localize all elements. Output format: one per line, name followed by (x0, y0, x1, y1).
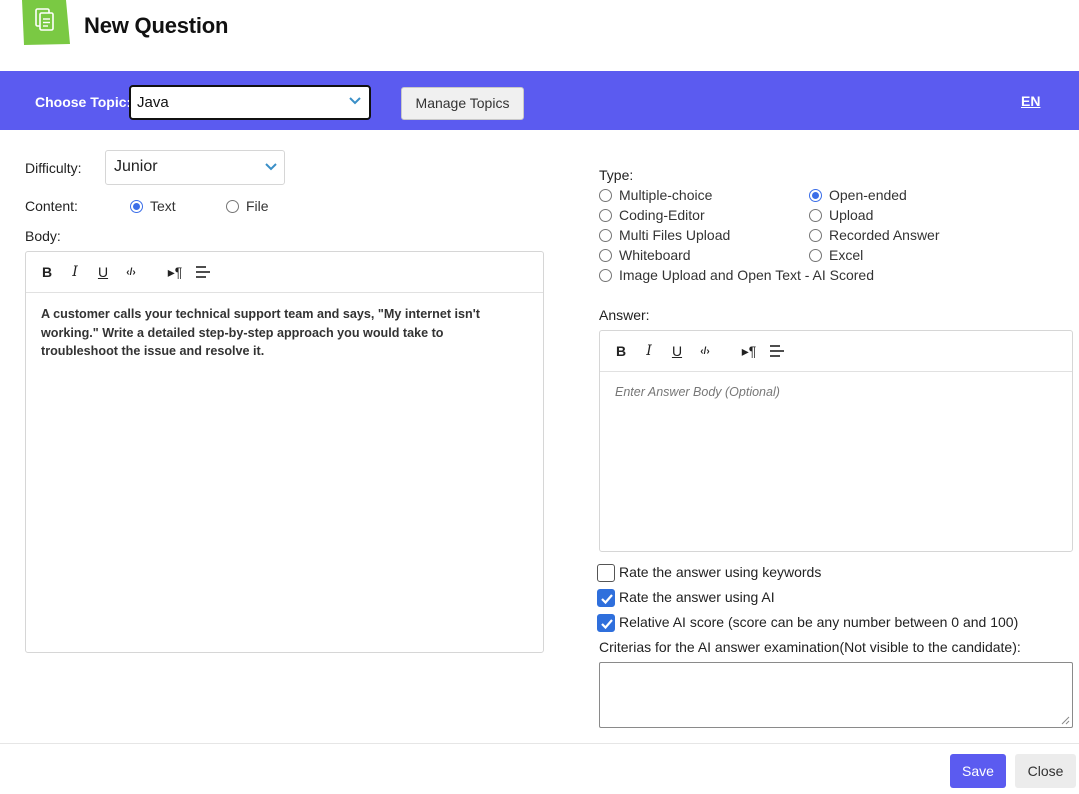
code-button[interactable]: ‹/› (122, 267, 140, 278)
answer-code-button[interactable]: ‹/› (696, 346, 714, 357)
italic-button[interactable]: I (66, 264, 84, 280)
type-multi-files-upload-label: Multi Files Upload (619, 227, 731, 243)
type-open-ended-radio[interactable] (809, 189, 822, 202)
content-text-radio[interactable] (130, 200, 143, 213)
body-label: Body: (25, 228, 61, 244)
answer-underline-button[interactable]: U (668, 343, 686, 359)
save-button[interactable]: Save (950, 754, 1006, 788)
bold-button[interactable]: B (38, 264, 56, 280)
type-upload-label: Upload (829, 207, 874, 223)
content-label: Content: (25, 198, 78, 214)
type-label: Type: (599, 167, 634, 183)
difficulty-label: Difficulty: (25, 160, 82, 176)
close-button[interactable]: Close (1015, 754, 1076, 788)
answer-bold-button[interactable]: B (612, 343, 630, 359)
relative-ai-score-checkbox[interactable] (597, 614, 615, 632)
rate-keywords-label: Rate the answer using keywords (619, 564, 822, 580)
align-left-icon[interactable] (196, 266, 210, 278)
type-multi-files-upload-radio[interactable] (599, 229, 612, 242)
body-text: A customer calls your technical support … (41, 307, 480, 358)
chevron-down-icon (349, 97, 361, 105)
type-whiteboard-radio[interactable] (599, 249, 612, 262)
underline-button[interactable]: U (94, 264, 112, 280)
language-link[interactable]: EN (1021, 93, 1040, 109)
paragraph-button[interactable]: ▸¶ (166, 264, 184, 281)
type-upload-radio[interactable] (809, 209, 822, 222)
type-recorded-answer-radio[interactable] (809, 229, 822, 242)
topic-select[interactable]: Java (129, 85, 371, 120)
type-whiteboard-label: Whiteboard (619, 247, 691, 263)
type-open-ended-label: Open-ended (829, 187, 907, 203)
relative-ai-score-label: Relative AI score (score can be any numb… (619, 614, 1019, 630)
topic-select-value: Java (137, 94, 169, 111)
align-left-icon[interactable] (770, 345, 784, 357)
rate-ai-label: Rate the answer using AI (619, 589, 775, 605)
criteria-textarea[interactable] (599, 662, 1073, 728)
choose-topic-label: Choose Topic: (35, 94, 132, 110)
type-image-upload-ai-label: Image Upload and Open Text - AI Scored (619, 267, 875, 283)
type-coding-editor-label: Coding-Editor (619, 207, 705, 223)
rate-ai-checkbox[interactable] (597, 589, 615, 607)
content-file-radio[interactable] (226, 200, 239, 213)
answer-placeholder: Enter Answer Body (Optional) (615, 385, 780, 399)
resize-handle-icon[interactable] (1061, 716, 1070, 725)
type-excel-label: Excel (829, 247, 864, 263)
page-title: New Question (84, 13, 229, 38)
content-file-label: File (246, 198, 269, 214)
content-text-label: Text (150, 198, 176, 214)
checkmark-icon (601, 619, 613, 630)
criteria-label: Criterias for the AI answer examination(… (599, 639, 1021, 655)
type-image-upload-ai-radio[interactable] (599, 269, 612, 282)
difficulty-select[interactable]: Junior (105, 150, 285, 185)
checkmark-icon (601, 594, 613, 605)
answer-editor[interactable] (599, 330, 1073, 552)
type-recorded-answer-label: Recorded Answer (829, 227, 940, 243)
footer-divider (0, 743, 1079, 744)
type-excel-radio[interactable] (809, 249, 822, 262)
chevron-down-icon (265, 163, 277, 171)
type-coding-editor-radio[interactable] (599, 209, 612, 222)
app-logo-icon (20, 0, 70, 45)
type-multiple-choice-radio[interactable] (599, 189, 612, 202)
answer-label: Answer: (599, 307, 650, 323)
difficulty-value: Junior (114, 158, 158, 175)
answer-italic-button[interactable]: I (640, 343, 658, 359)
rate-keywords-checkbox[interactable] (597, 564, 615, 582)
type-multiple-choice-label: Multiple-choice (619, 187, 713, 203)
answer-paragraph-button[interactable]: ▸¶ (740, 343, 758, 360)
manage-topics-button[interactable]: Manage Topics (401, 87, 524, 120)
